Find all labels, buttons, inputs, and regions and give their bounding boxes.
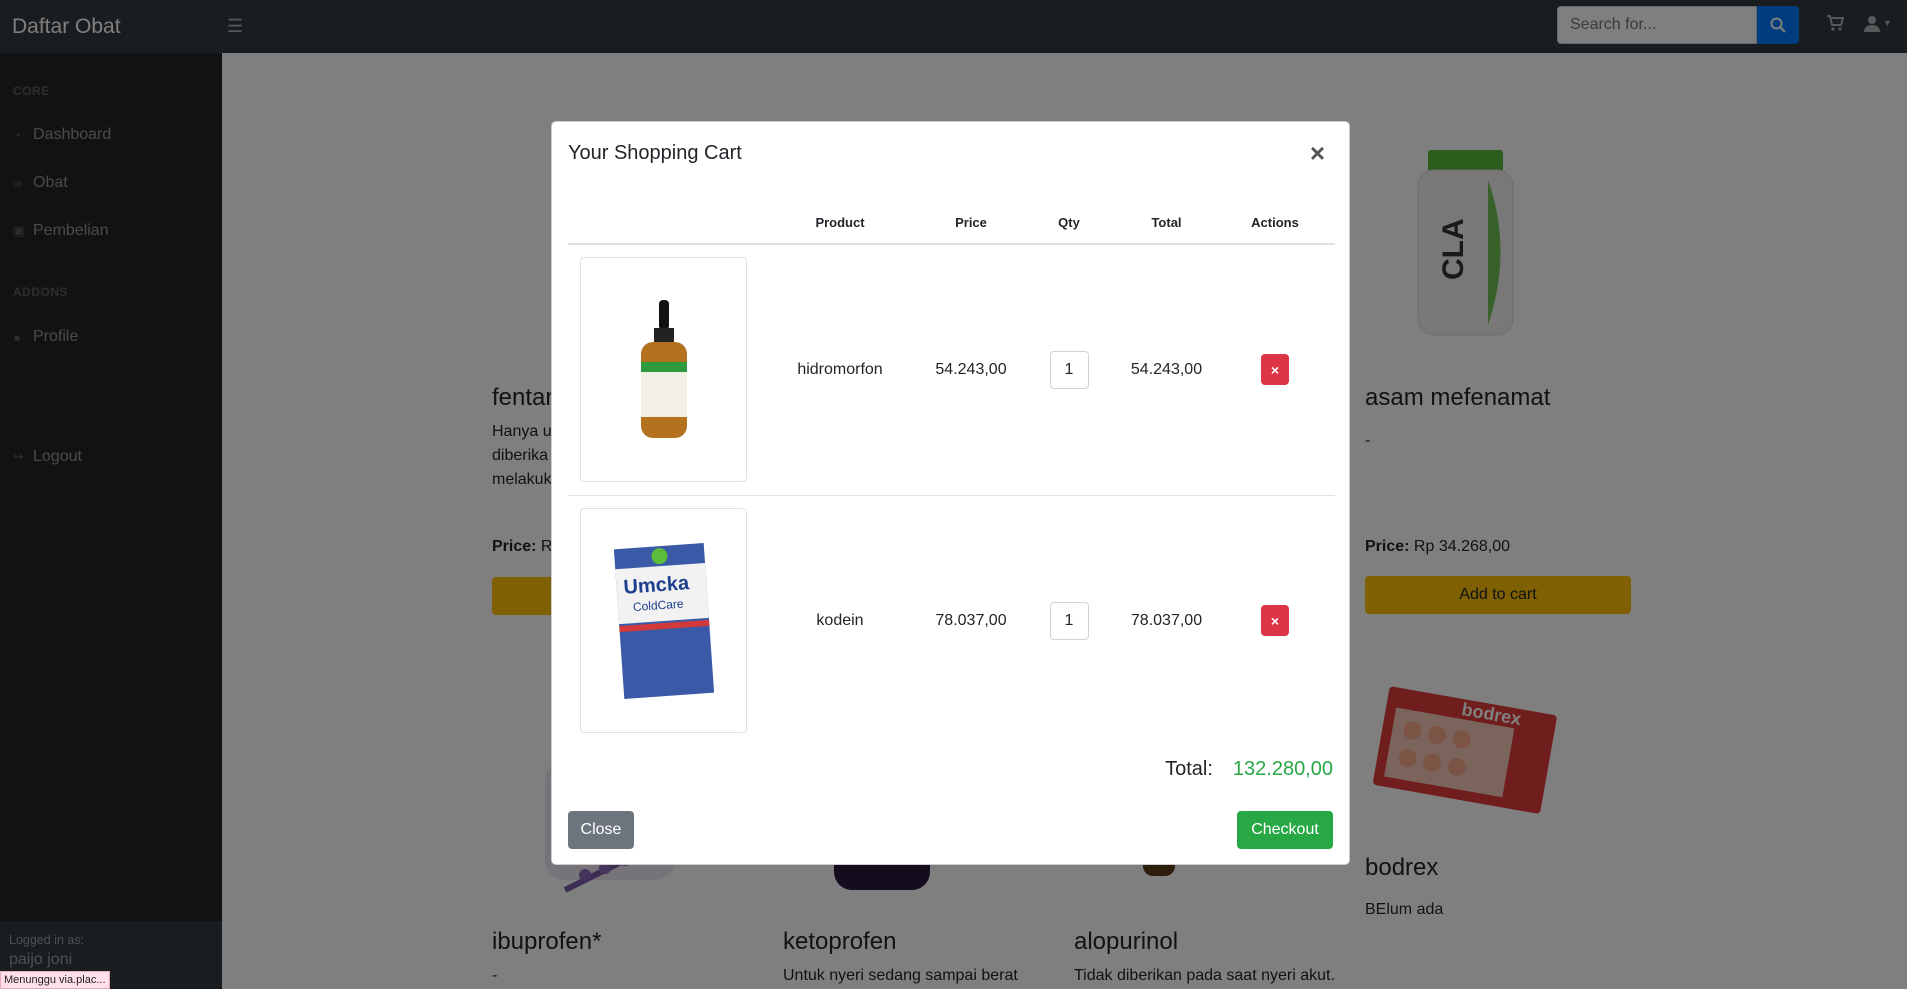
table-header-row: Product Price Qty Total Actions (568, 202, 1335, 245)
table-row: Umcka ColdCare kodein 78.037,00 1 78.037… (568, 495, 1335, 746)
column-header-product: Product (758, 202, 922, 245)
shopping-cart-modal: Your Shopping Cart × Product Price Qty T… (551, 121, 1350, 865)
status-tooltip: Menunggu via.plac... (0, 971, 110, 989)
total-value: 132.280,00 (1232, 758, 1333, 780)
product-thumb-cell: Umcka ColdCare (568, 495, 758, 746)
total-cell: 78.037,00 (1130, 611, 1203, 629)
total-label: Total: (1165, 758, 1213, 780)
remove-item-button[interactable]: × (1261, 605, 1289, 637)
column-header-price: Price (922, 202, 1020, 245)
remove-item-button[interactable]: × (1261, 354, 1289, 386)
column-header-actions: Actions (1215, 202, 1335, 245)
svg-text:Umcka: Umcka (622, 572, 690, 599)
column-header-total: Total (1118, 202, 1215, 245)
modal-title: Your Shopping Cart (568, 142, 742, 164)
actions-cell: × (1215, 244, 1335, 496)
close-icon[interactable]: × (1310, 138, 1325, 169)
product-name-cell: kodein (816, 611, 864, 629)
quantity-input[interactable]: 1 (1049, 350, 1089, 389)
product-image (580, 257, 747, 483)
umcka-box-image: Umcka ColdCare (613, 542, 714, 699)
price-cell: 78.037,00 (935, 611, 1007, 629)
product-thumb-cell (568, 244, 758, 496)
dropper-bottle-image (640, 299, 687, 438)
table-row: hidromorfon 54.243,00 1 54.243,00 × (568, 244, 1335, 496)
column-header-qty: Qty (1020, 202, 1118, 245)
product-name-cell: hidromorfon (758, 244, 922, 496)
actions-cell: × (1215, 495, 1335, 746)
cart-table: Product Price Qty Total Actions hidromor… (568, 202, 1335, 746)
close-button[interactable]: Close (568, 811, 634, 849)
price-cell: 54.243,00 (922, 244, 1020, 496)
column-header-image (568, 202, 758, 245)
quantity-input[interactable]: 1 (1049, 601, 1089, 640)
product-image: Umcka ColdCare (580, 508, 747, 734)
qty-cell: 1 (1020, 244, 1118, 496)
cart-total-row: Total: 132.280,00 (1165, 758, 1333, 781)
total-cell: 54.243,00 (1118, 244, 1215, 496)
qty-cell: 1 (1020, 495, 1118, 746)
checkout-button[interactable]: Checkout (1237, 811, 1333, 849)
